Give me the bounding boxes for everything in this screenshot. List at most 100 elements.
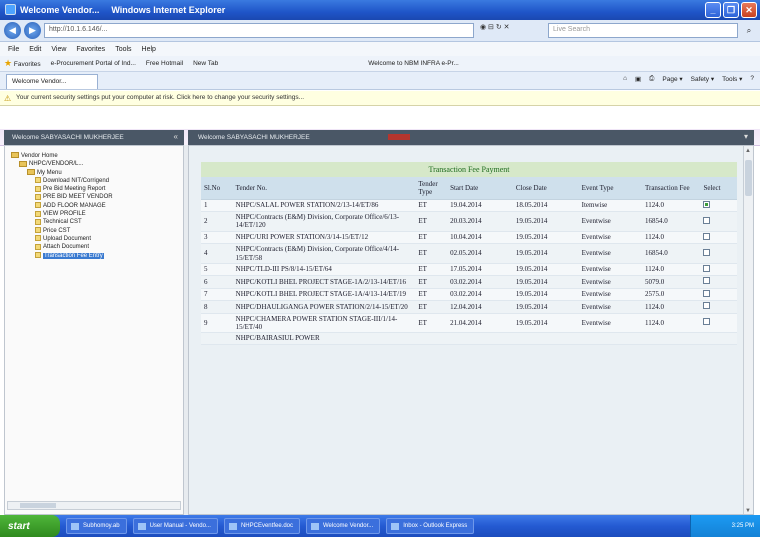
menu-favorites[interactable]: Favorites [76,46,105,53]
tree-item[interactable]: VIEW PROFILE [11,210,113,218]
tree-item[interactable]: Transaction Fee Entry [11,251,113,260]
close-button[interactable]: ✕ [741,2,757,18]
tree-item[interactable]: Attach Document [11,243,113,251]
select-checkbox[interactable] [703,200,711,208]
minimize-button[interactable]: _ [705,2,721,18]
ie-icon [5,4,16,15]
tree-item[interactable]: Upload Document [11,235,113,243]
favorite-link-4[interactable]: Welcome to NBM INFRA e-Pr... [368,60,459,67]
search-input[interactable]: Live Search [548,23,738,38]
scroll-thumb[interactable] [20,503,56,508]
menu-help[interactable]: Help [142,46,156,53]
page-icon [35,243,41,250]
tree-item[interactable]: Vendor Home [11,152,113,160]
cell-select [700,313,737,334]
tree-item[interactable]: ADD FLOOR MANAGE [11,202,113,210]
favorite-link-2[interactable]: Free Hotmail [146,60,183,67]
cell-select [700,199,737,212]
select-checkbox[interactable] [703,277,711,285]
collapse-left-icon[interactable]: « [174,132,178,141]
select-checkbox[interactable] [703,318,711,326]
taskbar-item-4[interactable]: Welcome Vendor... [306,518,381,534]
cell-close-date: 19.05.2014 [512,231,579,245]
scroll-down-icon[interactable]: ▼ [745,508,751,514]
main-vertical-scrollbar[interactable]: ▲ ▼ [743,146,753,514]
tree-item[interactable]: NHPC/VENDOR/L... [11,160,113,168]
scroll-up-icon[interactable]: ▲ [745,148,751,154]
cell-event-type [578,332,642,345]
taskbar-item-label: Welcome Vendor... [323,523,374,529]
taskbar-item-1[interactable]: Subhomoy.ab [66,518,127,534]
forward-icon[interactable]: ▶ [24,22,41,39]
print-icon[interactable]: ⎙ [649,75,654,83]
menu-file[interactable]: File [8,46,19,53]
tree-item-label: VIEW PROFILE [43,211,86,218]
cell-sl: 8 [201,300,233,314]
taskbar-item-2[interactable]: User Manual - Vendo... [132,518,218,534]
maximize-button[interactable]: ❐ [723,2,739,18]
menu-bar: File Edit View Favorites Tools Help [0,42,760,56]
tree-item[interactable]: Download NIT/Corrigend [11,177,113,185]
tree-item-label: Pre Bid Meeting Report [43,186,106,193]
cell-start-date: 19.04.2014 [447,199,513,212]
address-tools[interactable]: ◉ ⊟ ↻ ✕ [480,23,510,31]
menu-edit[interactable]: Edit [29,46,41,53]
url-input[interactable]: http://10.1.6.146/... [44,23,474,38]
safety-menu[interactable]: Safety ▾ [691,75,715,83]
menu-tools[interactable]: Tools [115,46,131,53]
word-doc-icon [228,523,237,530]
cell-select [700,263,737,277]
taskbar-item-3[interactable]: NHPCEventfee.doc [223,518,300,534]
left-panel-header: Welcome SABYASACHI MUKHERJEE « [4,130,184,145]
tree-item[interactable]: My Menu [11,169,113,177]
table-header-row: Sl.No Tender No. Tender Type Start Date … [201,177,737,200]
cell-transaction-fee: 1124.0 [641,231,701,245]
start-button[interactable]: start [0,515,60,537]
tree-item[interactable]: PRE BID MEET VENDOR [11,193,113,201]
page-icon [35,235,41,242]
collapse-main-icon[interactable]: ▾ [744,132,748,141]
back-icon[interactable]: ◀ [4,22,21,39]
cell-select [700,243,737,264]
select-checkbox[interactable] [703,216,711,224]
scroll-thumb[interactable] [745,160,752,196]
favorite-link-1[interactable]: e-Procurement Portal of Ind... [51,60,136,67]
table-row: 9 NHPC/CHAMERA POWER STATION STAGE-III/1/… [201,313,737,334]
select-checkbox[interactable] [703,302,711,310]
tools-menu[interactable]: Tools ▾ [722,75,742,83]
cell-sl: 5 [201,263,233,277]
favorites-button[interactable]: ★ Favorites [4,58,41,69]
menu-tree: Vendor Home NHPC/VENDOR/L... My Menu Downlo… [11,152,113,260]
cell-sl: 9 [201,313,233,334]
taskbar-item-label: NHPCEventfee.doc [240,523,293,529]
search-icon[interactable]: ⌕ [742,23,756,38]
cell-tender-type: ET [415,199,448,212]
col-tender-no: Tender No. [232,177,416,200]
cell-tender-type: ET [415,288,448,302]
tree-item[interactable]: Technical CST [11,218,113,226]
page-menu[interactable]: Page ▾ [662,75,682,83]
help-icon[interactable]: ? [750,75,754,83]
cell-close-date: 19.05.2014 [512,263,579,277]
select-checkbox[interactable] [703,248,711,256]
tree-item-label: Attach Document [43,244,90,251]
menu-view[interactable]: View [51,46,66,53]
taskbar-item-5[interactable]: Inbox - Outlook Express [386,518,475,534]
select-checkbox[interactable] [703,232,711,240]
page-icon [35,210,41,217]
cell-start-date: 03.02.2014 [447,288,513,302]
left-horizontal-scrollbar[interactable] [7,501,181,510]
cell-tender-type: ET [415,313,448,334]
select-checkbox[interactable] [703,264,711,272]
home-icon[interactable]: ⌂ [623,75,627,83]
cell-transaction-fee: 1124.0 [641,300,701,314]
feeds-icon[interactable]: ▣ [635,75,641,83]
tree-item[interactable]: Price CST [11,227,113,235]
page-icon [35,227,41,234]
security-infobar[interactable]: ⚠ Your current security settings put you… [0,91,760,106]
tree-item[interactable]: Pre Bid Meeting Report [11,185,113,193]
select-checkbox[interactable] [703,289,711,297]
table-row: 5 NHPC/TLD-III PS/8/14-15/ET/64 ET 17.05.20… [201,263,737,277]
browser-tab[interactable]: Welcome Vendor... [6,74,98,89]
favorite-link-3[interactable]: New Tab [193,60,218,67]
